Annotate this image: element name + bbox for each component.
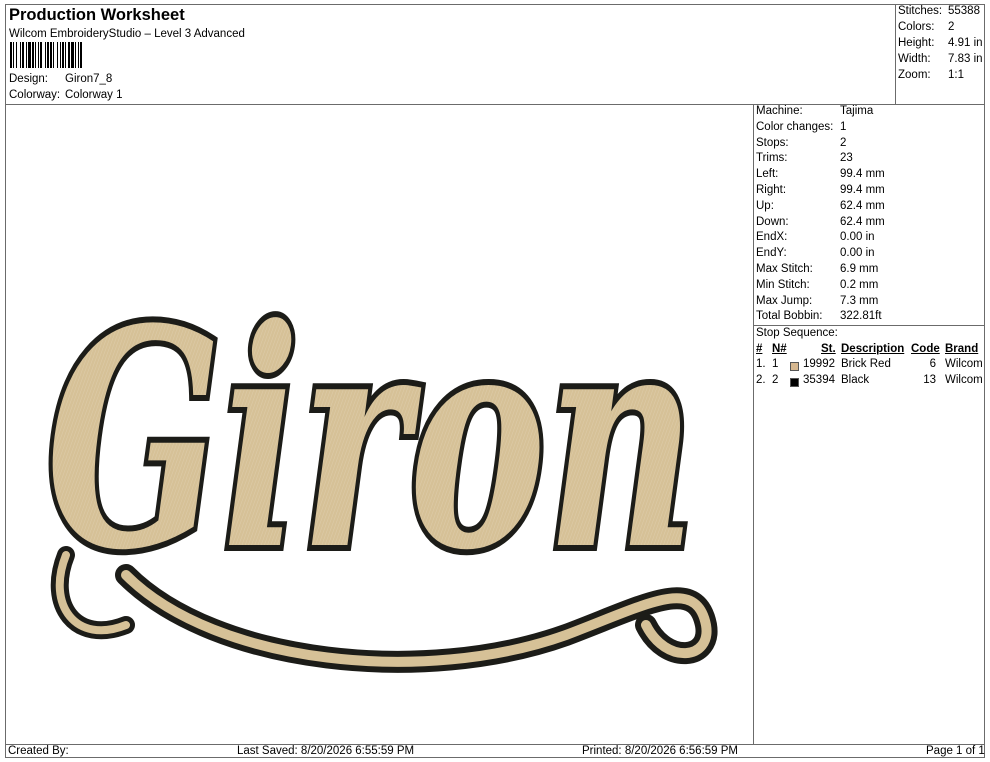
design-name: Giron7_8: [65, 73, 113, 85]
machine-info-value: 7.3 mm: [840, 294, 879, 307]
colors-label: Colors:: [898, 21, 935, 33]
machine-info-label: Right:: [756, 184, 787, 196]
height-value: 4.91 in: [948, 37, 983, 49]
stop-row-code: 6: [929, 358, 936, 370]
stitches-value: 55388: [948, 5, 980, 17]
stop-row-stitches: 19992: [803, 358, 835, 370]
stitches-label: Stitches:: [898, 5, 943, 17]
machine-info-label: Max Stitch:: [756, 263, 813, 275]
barcode-bar: [82, 42, 83, 68]
machine-info-label: Max Jump:: [756, 294, 813, 307]
software-name: Wilcom EmbroideryStudio – Level 3 Advanc…: [9, 28, 245, 40]
machine-info-label: EndY:: [756, 247, 787, 260]
stop-row-stitches: 35394: [803, 374, 835, 386]
machine-info-value: 99.4 mm: [840, 184, 885, 196]
machine-info-value: 2: [840, 136, 847, 149]
col-code: Code: [911, 343, 940, 355]
machine-info-value: 1: [840, 120, 847, 133]
machine-info-label: Machine:: [756, 105, 803, 117]
machine-info-label: Down:: [756, 215, 789, 228]
stop-row-needle: 1: [772, 358, 779, 370]
machine-info-label: Up:: [756, 199, 774, 212]
stop-row-brand: Wilcom: [945, 374, 983, 386]
stop-row-number: 2.: [756, 374, 766, 386]
printed-date: Printed: 8/20/2026 6:56:59 PM: [582, 745, 738, 757]
design-label: Design:: [9, 73, 48, 85]
footer-divider: [5, 744, 985, 745]
stop-row-number: 1.: [756, 358, 766, 370]
color-swatch: [790, 362, 799, 371]
width-label: Width:: [898, 53, 931, 65]
col-stitches: St.: [821, 343, 836, 355]
machine-info-value: 0.2 mm: [840, 278, 879, 291]
stop-row-needle: 2: [772, 374, 779, 386]
machine-info-value: 0.00 in: [840, 247, 875, 260]
colorway-row: Colorway: Colorway 1: [9, 89, 123, 101]
machine-info-label: Total Bobbin:: [756, 310, 823, 323]
machine-info-label: Stops:: [756, 136, 789, 149]
machine-info-label: EndX:: [756, 231, 788, 244]
summary-divider: [895, 4, 896, 104]
stop-sequence-divider: [753, 325, 985, 326]
colorway-label: Colorway:: [9, 89, 61, 101]
page-number: Page 1 of 1: [926, 745, 985, 757]
page-title: Production Worksheet: [9, 6, 185, 24]
machine-info-value: 62.4 mm: [840, 199, 885, 212]
machine-info-value: 99.4 mm: [840, 168, 885, 181]
machine-info-label: Color changes:: [756, 120, 834, 133]
zoom-label: Zoom:: [898, 69, 931, 81]
design-lettering: Giron: [46, 263, 696, 616]
machine-info-label: Min Stitch:: [756, 278, 810, 291]
machine-info-value: 0.00 in: [840, 231, 875, 244]
machine-info-label: Left:: [756, 168, 779, 181]
stop-row-code: 13: [923, 374, 936, 386]
stop-row-description: Brick Red: [841, 358, 891, 370]
stop-sequence-title: Stop Sequence:: [756, 327, 838, 339]
machine-info-value: 23: [840, 152, 853, 165]
colors-value: 2: [948, 21, 955, 33]
barcode: [10, 42, 158, 68]
last-saved: Last Saved: 8/20/2026 6:55:59 PM: [237, 745, 415, 757]
colorway-name: Colorway 1: [65, 89, 123, 101]
color-swatch: [790, 378, 799, 387]
width-value: 7.83 in: [948, 53, 983, 65]
machine-info-value: 322.81ft: [840, 310, 882, 323]
col-needle: N#: [772, 343, 787, 355]
col-number: #: [756, 343, 763, 355]
stop-row-description: Black: [841, 374, 870, 386]
zoom-value: 1:1: [948, 69, 964, 81]
col-description: Description: [841, 343, 905, 355]
height-label: Height:: [898, 37, 935, 49]
embroidery-design-preview: Giron: [40, 257, 718, 673]
col-brand: Brand: [945, 343, 979, 355]
design-row: Design: Giron7_8: [9, 73, 112, 85]
machine-info-label: Trims:: [756, 152, 788, 165]
stop-row-brand: Wilcom: [945, 358, 983, 370]
machine-info-value: 62.4 mm: [840, 215, 885, 228]
panel-divider: [753, 104, 754, 745]
machine-info-value: Tajima: [840, 105, 874, 117]
machine-info-value: 6.9 mm: [840, 263, 879, 275]
created-by: Created By:: [8, 745, 69, 757]
